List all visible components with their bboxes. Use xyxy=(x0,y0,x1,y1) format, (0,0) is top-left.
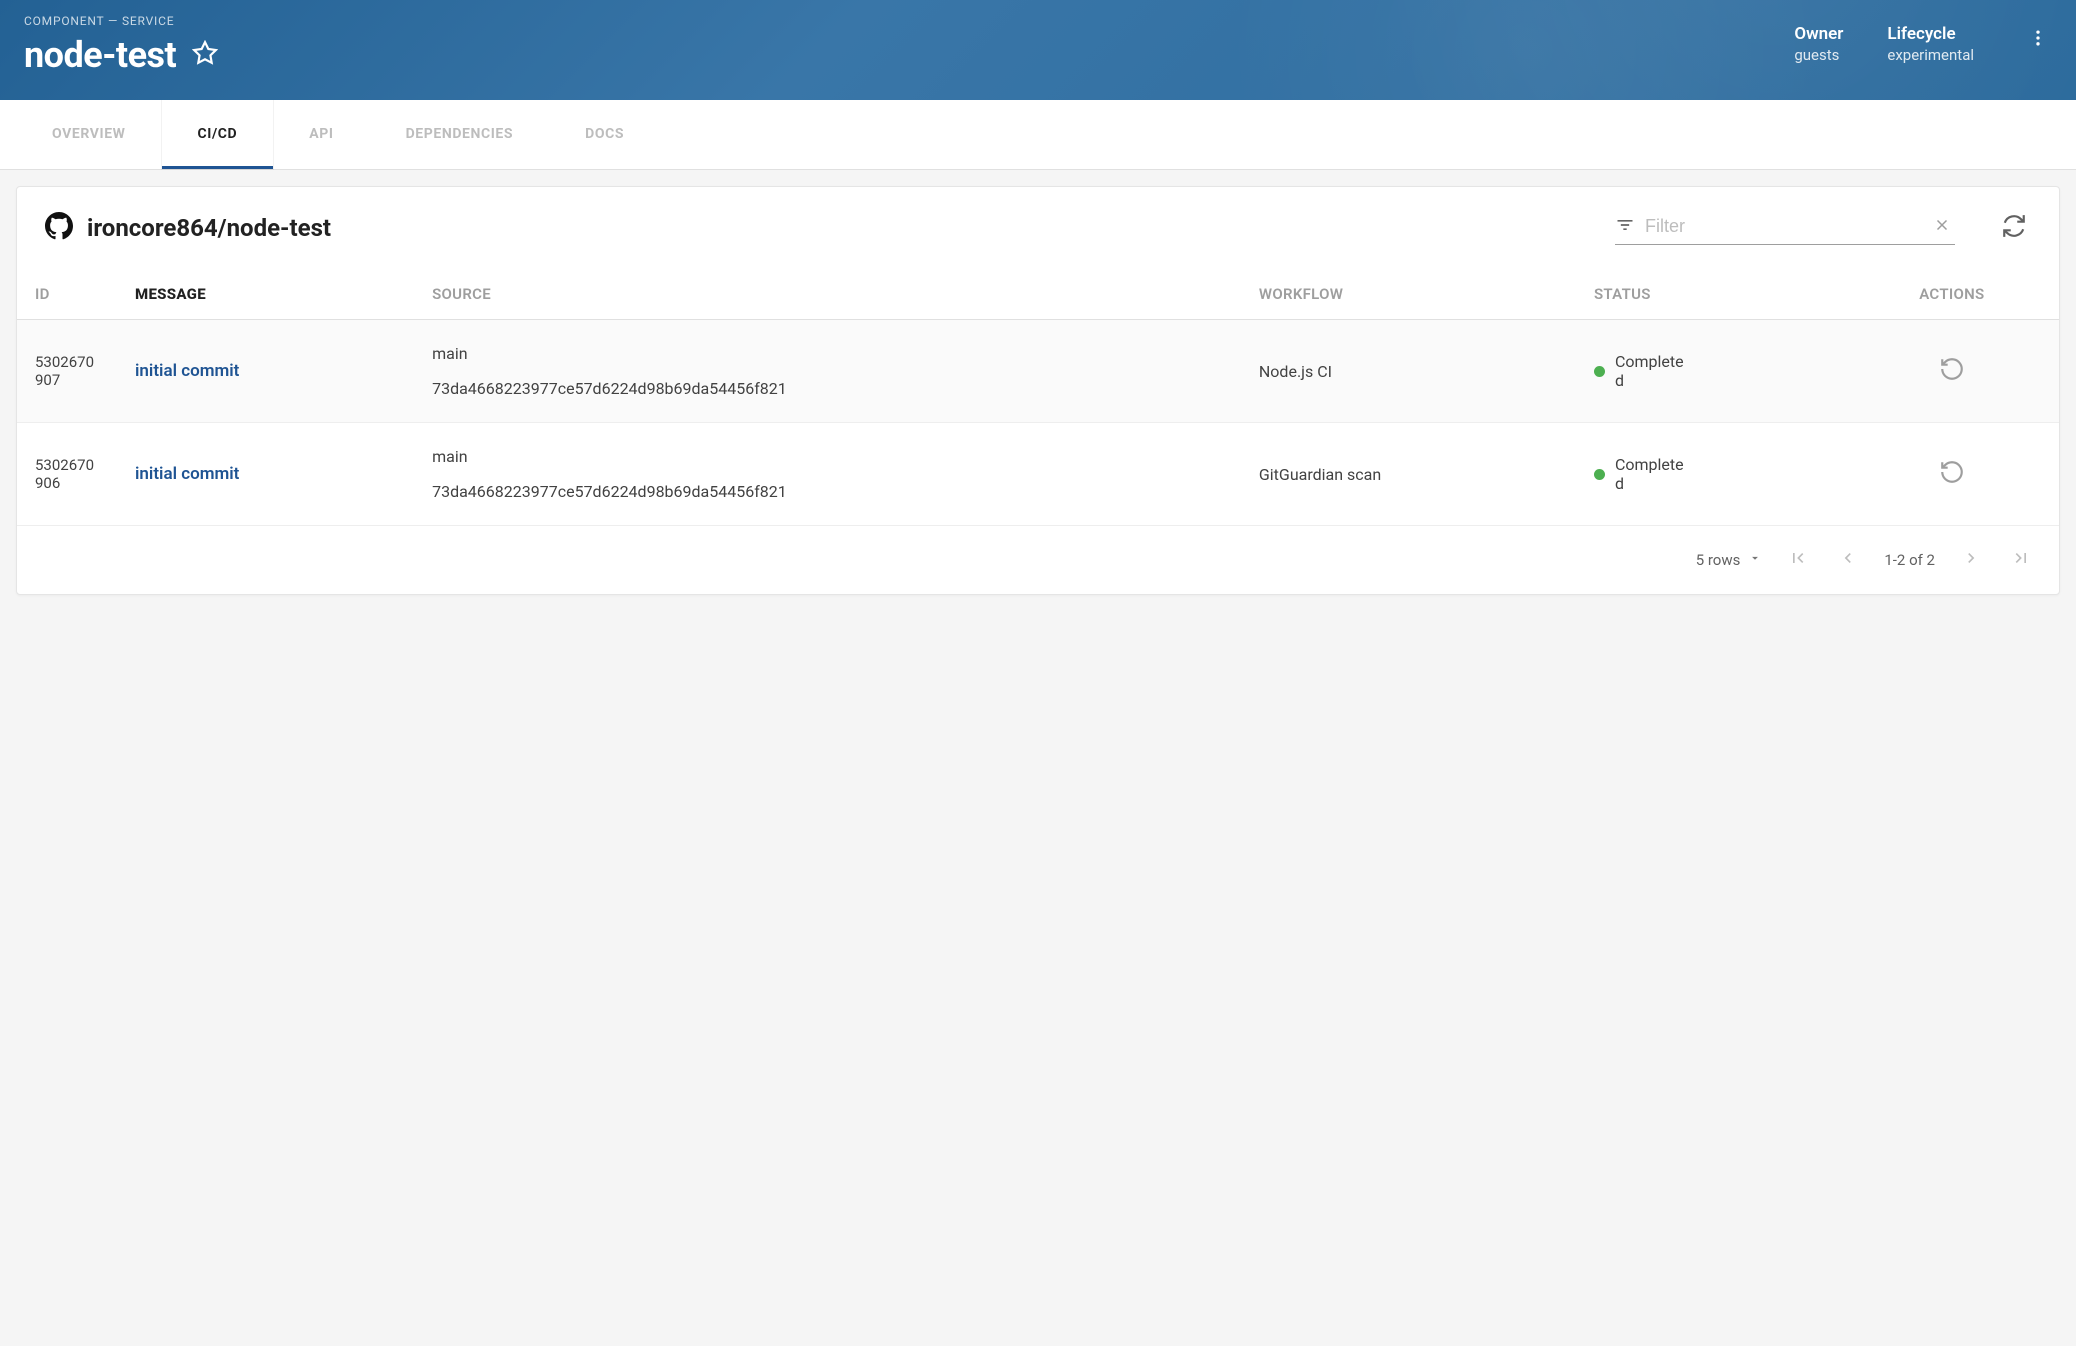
tab-docs[interactable]: DOCS xyxy=(549,100,660,169)
tab-cicd[interactable]: CI/CD xyxy=(162,100,274,169)
col-actions: ACTIONS xyxy=(1845,269,2059,320)
owner-meta: Owner guests xyxy=(1794,24,1843,64)
filter-icon xyxy=(1615,215,1635,239)
next-page-button[interactable] xyxy=(1957,544,1985,576)
more-menu-button[interactable] xyxy=(2024,24,2052,56)
prev-page-button[interactable] xyxy=(1834,544,1862,576)
rows-label: 5 rows xyxy=(1696,551,1741,569)
col-id[interactable]: ID xyxy=(17,269,117,320)
rows-per-page-select[interactable]: 5 rows xyxy=(1696,551,1763,569)
tab-bar: OVERVIEW CI/CD API DEPENDENCIES DOCS xyxy=(0,100,2076,170)
repo-title: ironcore864/node-test xyxy=(87,214,1601,242)
branch-name: main xyxy=(432,344,1223,363)
lifecycle-meta: Lifecycle experimental xyxy=(1887,24,1974,64)
run-id: 5302670907 xyxy=(17,320,117,423)
workflow-name: GitGuardian scan xyxy=(1241,423,1576,526)
owner-label: Owner xyxy=(1794,24,1843,44)
pagination: 5 rows 1-2 of 2 xyxy=(17,526,2059,594)
owner-value[interactable]: guests xyxy=(1794,46,1843,64)
page-header: COMPONENT — SERVICE node-test Owner gues… xyxy=(0,0,2076,100)
lifecycle-value: experimental xyxy=(1887,46,1974,64)
first-page-button[interactable] xyxy=(1784,544,1812,576)
table-row: 5302670906 initial commit main 73da46682… xyxy=(17,423,2059,526)
rerun-button[interactable] xyxy=(1939,459,1965,485)
rerun-button[interactable] xyxy=(1939,356,1965,382)
col-workflow[interactable]: WORKFLOW xyxy=(1241,269,1576,320)
filter-input[interactable] xyxy=(1645,216,1923,237)
github-icon xyxy=(45,212,73,244)
run-id: 5302670906 xyxy=(17,423,117,526)
branch-name: main xyxy=(432,447,1223,466)
commit-message-link[interactable]: initial commit xyxy=(135,361,239,381)
last-page-button[interactable] xyxy=(2007,544,2035,576)
col-status[interactable]: STATUS xyxy=(1576,269,1845,320)
clear-filter-button[interactable] xyxy=(1929,212,1955,242)
status-dot-icon xyxy=(1594,366,1605,377)
tab-api[interactable]: API xyxy=(273,100,369,169)
workflow-name: Node.js CI xyxy=(1241,320,1576,423)
star-icon[interactable] xyxy=(192,40,218,70)
filter-field[interactable] xyxy=(1615,212,1955,245)
chevron-down-icon xyxy=(1748,551,1762,569)
page-title: node-test xyxy=(24,34,176,76)
refresh-button[interactable] xyxy=(1997,209,2031,247)
tab-dependencies[interactable]: DEPENDENCIES xyxy=(370,100,550,169)
commit-sha: 73da4668223977ce57d6224d98b69da54456f821 xyxy=(432,379,1223,398)
status-dot-icon xyxy=(1594,469,1605,480)
table-row: 5302670907 initial commit main 73da46682… xyxy=(17,320,2059,423)
workflow-runs-table: ID MESSAGE SOURCE WORKFLOW STATUS ACTION… xyxy=(17,269,2059,526)
commit-message-link[interactable]: initial commit xyxy=(135,464,239,484)
workflow-runs-card: ironcore864/node-test ID MESSAGE SOURCE xyxy=(16,186,2060,595)
breadcrumb: COMPONENT — SERVICE xyxy=(24,14,1794,28)
lifecycle-label: Lifecycle xyxy=(1887,24,1974,44)
status-text: Completed xyxy=(1615,352,1685,390)
status-text: Completed xyxy=(1615,455,1685,493)
col-source[interactable]: SOURCE xyxy=(414,269,1241,320)
commit-sha: 73da4668223977ce57d6224d98b69da54456f821 xyxy=(432,482,1223,501)
page-range: 1-2 of 2 xyxy=(1884,551,1935,569)
col-message[interactable]: MESSAGE xyxy=(117,269,414,320)
tab-overview[interactable]: OVERVIEW xyxy=(16,100,162,169)
